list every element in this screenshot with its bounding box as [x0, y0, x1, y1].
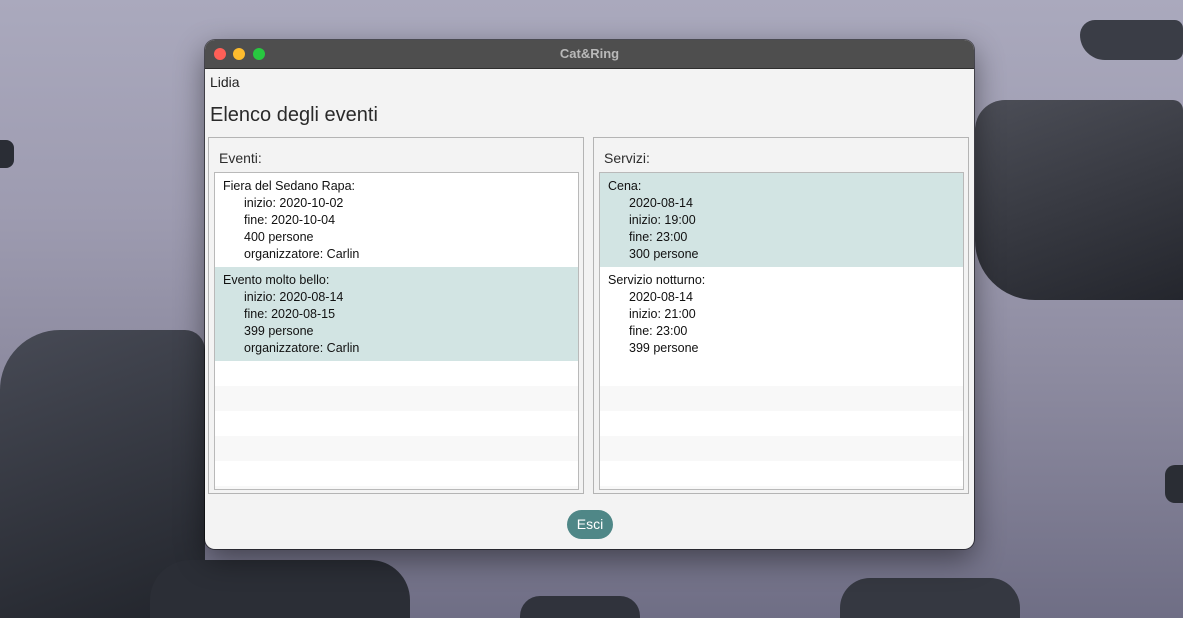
list-item[interactable]: Evento molto bello: inizio: 2020-08-14 fin…: [215, 267, 578, 361]
list-item-detail: organizzatore: Carlin: [244, 341, 360, 355]
list-item[interactable]: Cena: 2020-08-14 inizio: 19:00 fine: 23:00 3…: [600, 173, 963, 267]
background-rock: [840, 578, 1020, 618]
list-item-detail: inizio: 2020-10-02: [244, 196, 344, 210]
list-item-detail: organizzatore: Carlin: [244, 247, 360, 261]
empty-list-row: [600, 461, 963, 486]
empty-list-row: [600, 486, 963, 489]
background-rock: [150, 560, 410, 618]
page-title: Elenco degli eventi: [210, 104, 378, 126]
list-item-detail: inizio: 19:00: [629, 213, 696, 227]
empty-list-row: [215, 436, 578, 461]
empty-list-row: [600, 411, 963, 436]
background-rock: [0, 140, 14, 168]
eventi-label: Eventi:: [219, 150, 262, 166]
empty-list-row: [215, 361, 578, 386]
list-item-detail: 399 persone: [629, 341, 699, 355]
background-rock: [1080, 20, 1183, 60]
list-item-detail: fine: 23:00: [629, 324, 688, 338]
empty-list-row: [215, 461, 578, 486]
background-rock: [975, 100, 1183, 300]
list-item-detail: inizio: 21:00: [629, 307, 696, 321]
list-item-detail: 399 persone: [244, 324, 314, 338]
empty-list-row: [600, 386, 963, 411]
list-item-detail: fine: 23:00: [629, 230, 688, 244]
background-rock: [520, 596, 640, 618]
list-item-detail: 300 persone: [629, 247, 699, 261]
list-item-detail: inizio: 2020-08-14: [244, 290, 344, 304]
user-name: Lidia: [210, 74, 240, 90]
list-item-title: Cena:: [608, 179, 642, 193]
servizi-list[interactable]: Cena: 2020-08-14 inizio: 19:00 fine: 23:00 3…: [599, 172, 964, 490]
servizi-panel: Servizi: Cena: 2020-08-14 inizio: 19:00 fin…: [593, 137, 969, 494]
empty-list-row: [215, 411, 578, 436]
exit-button[interactable]: Esci: [567, 510, 613, 539]
eventi-panel: Eventi: Fiera del Sedano Rapa: inizio: 20…: [208, 137, 584, 494]
empty-list-row: [215, 486, 578, 489]
empty-list-row: [600, 361, 963, 386]
list-item-title: Evento molto bello:: [223, 273, 330, 287]
list-item-title: Fiera del Sedano Rapa:: [223, 179, 356, 193]
list-item-title: Servizio notturno:: [608, 273, 706, 287]
app-window: Cat&Ring Lidia Elenco degli eventi Event…: [205, 40, 974, 549]
window-title: Cat&Ring: [559, 46, 620, 61]
background-rock: [1165, 465, 1183, 503]
eventi-list[interactable]: Fiera del Sedano Rapa: inizio: 2020-10-02…: [214, 172, 579, 490]
list-item-detail: 2020-08-14: [629, 290, 693, 304]
servizi-label: Servizi:: [604, 150, 650, 166]
empty-list-row: [215, 386, 578, 411]
list-item[interactable]: Servizio notturno: 2020-08-14 inizio: 21:0…: [600, 267, 963, 361]
list-item[interactable]: Fiera del Sedano Rapa: inizio: 2020-10-02…: [215, 173, 578, 267]
title-bar[interactable]: Cat&Ring: [205, 40, 974, 69]
empty-list-row: [600, 436, 963, 461]
list-item-detail: 2020-08-14: [629, 196, 693, 210]
list-item-detail: fine: 2020-10-04: [244, 213, 336, 227]
list-item-detail: 400 persone: [244, 230, 314, 244]
list-item-detail: fine: 2020-08-15: [244, 307, 336, 321]
